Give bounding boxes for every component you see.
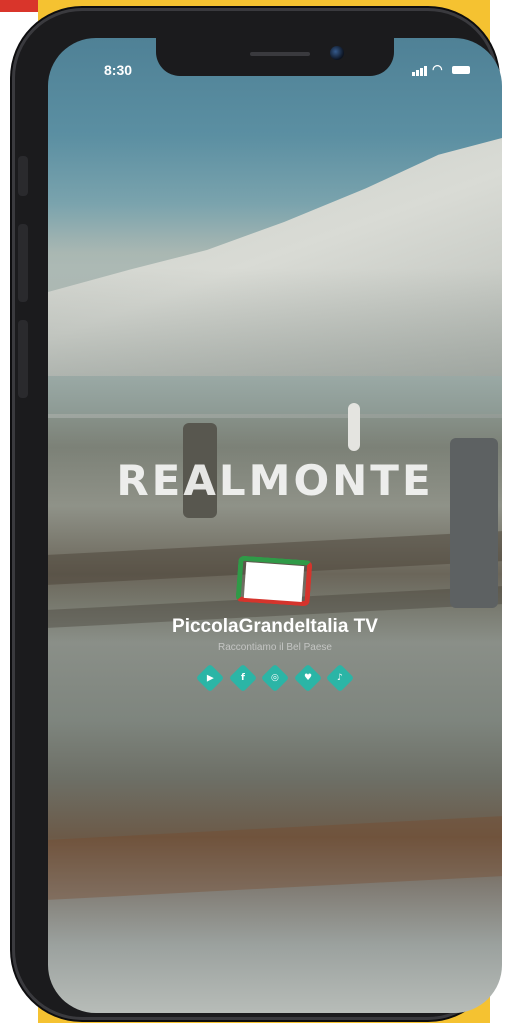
battery-icon [452, 65, 470, 74]
walker-figure [348, 403, 360, 451]
twitter-glyph: ♥ [303, 672, 312, 683]
brand-name: PiccolaGrandeItalia TV [172, 616, 378, 637]
wifi-icon: ◠ [432, 62, 444, 76]
phone-screen: 8:30 ◠ REALMONTE PiccolaGrandeItalia TV … [48, 38, 502, 1013]
brand-tagline: Raccontiamo il Bel Paese [218, 642, 332, 653]
brand-logo [235, 555, 315, 608]
speaker-grille [250, 52, 310, 56]
youtube-glyph: ▶ [206, 672, 214, 683]
tiktok-icon[interactable]: ♪ [325, 663, 355, 693]
mute-switch [18, 156, 28, 196]
rock-band [48, 816, 502, 900]
social-links: ▶ f ◎ ♥ ♪ [195, 663, 355, 693]
volume-up-button [18, 224, 28, 302]
signal-icon [411, 62, 428, 76]
facebook-glyph: f [240, 672, 245, 683]
notch [156, 38, 394, 76]
logo-screen [243, 562, 305, 602]
sea-strip [48, 376, 502, 414]
instagram-icon[interactable]: ◎ [260, 663, 290, 693]
status-time: 8:30 [104, 62, 133, 78]
city-title: REALMONTE [116, 456, 434, 505]
status-icons: ◠ [411, 62, 470, 76]
phone-mockup: 8:30 ◠ REALMONTE PiccolaGrandeItalia TV … [12, 8, 502, 1020]
twitter-icon[interactable]: ♥ [293, 663, 322, 693]
tiktok-glyph: ♪ [337, 673, 343, 683]
volume-down-button [18, 320, 28, 398]
facebook-icon[interactable]: f [228, 663, 257, 693]
youtube-icon[interactable]: ▶ [195, 663, 225, 693]
front-camera [330, 46, 344, 60]
corner-accent [0, 0, 38, 12]
instagram-glyph: ◎ [271, 672, 279, 683]
